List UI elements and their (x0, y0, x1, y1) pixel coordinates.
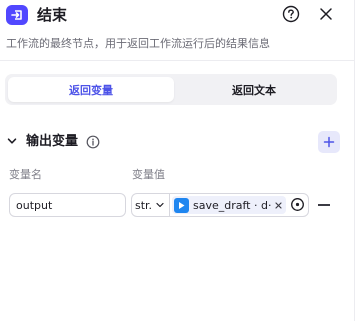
chevron-down-icon (156, 202, 164, 208)
tab-return-text[interactable]: 返回文本 (174, 77, 334, 102)
end-node-icon (6, 5, 28, 25)
variable-reference-tag[interactable]: save_draft · d· (172, 196, 286, 214)
target-icon[interactable] (290, 197, 305, 212)
add-variable-button[interactable] (318, 131, 340, 153)
variable-type-label: str. (135, 198, 153, 212)
return-mode-tabs: 返回变量 返回文本 (5, 74, 337, 105)
plus-icon (323, 136, 335, 148)
panel-header: 结束 (0, 0, 355, 30)
column-label-value: 变量值 (132, 168, 165, 181)
close-icon (320, 8, 332, 20)
divider (0, 60, 355, 61)
variable-type-select[interactable]: str. (132, 194, 170, 216)
close-button[interactable] (316, 4, 336, 24)
end-node-panel: 结束 工作流的最终节点，用于返回工作流运行后的结果信息 返回变量 返回文本 输出… (0, 0, 355, 321)
help-button[interactable] (281, 4, 301, 24)
info-icon[interactable] (86, 135, 100, 149)
remove-variable-button[interactable] (318, 204, 330, 206)
output-variables-title: 输出变量 (26, 134, 79, 149)
plugin-icon (174, 197, 189, 213)
variable-name-input[interactable] (9, 193, 126, 217)
reference-label: save_draft · d· (193, 198, 271, 212)
variable-value-field: str. save_draft · d· (131, 193, 309, 217)
node-description: 工作流的最终节点，用于返回工作流运行后的结果信息 (6, 37, 270, 50)
tab-return-variable[interactable]: 返回变量 (8, 77, 174, 102)
column-label-name: 变量名 (9, 168, 42, 181)
chevron-down-icon[interactable] (6, 135, 18, 147)
clear-icon[interactable] (273, 200, 284, 211)
node-title: 结束 (37, 6, 68, 24)
help-icon (282, 5, 300, 23)
